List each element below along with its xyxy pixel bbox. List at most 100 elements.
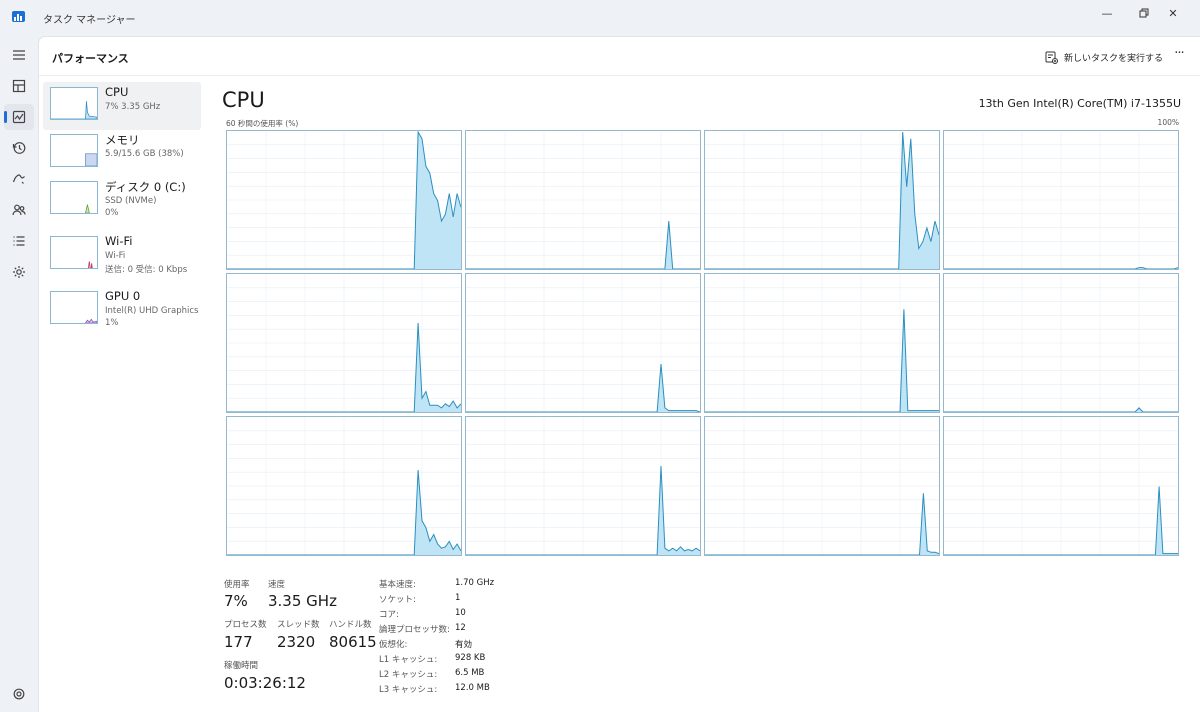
cpu-thumbnail-graph [50,87,98,120]
device-name: メモリ [105,133,140,147]
device-detail: 1% [105,318,119,328]
hamburger-menu-button[interactable] [4,42,34,68]
window-title: タスク マネージャー [43,15,136,26]
more-options-button[interactable]: ··· [1169,46,1189,66]
nav-startup-apps[interactable] [4,166,34,192]
device-name: Wi-Fi [105,234,133,248]
cpu-core-graph [226,130,462,270]
minimize-button[interactable]: — [1090,0,1124,26]
nav-app-history[interactable] [4,135,34,161]
threads-value: 2320 [277,633,316,651]
device-detail: 5.9/15.6 GB (38%) [105,149,184,159]
title-bar: タスク マネージャー — ✕ [0,0,1200,36]
startup-icon [12,174,25,184]
page-header: パフォーマンス 新しいタスクを実行する ··· [39,37,1200,76]
device-name: CPU [105,85,129,99]
wifi-thumbnail-graph [50,236,98,269]
spec-key: L1 キャッシュ: [379,655,438,665]
spec-key: L3 キャッシュ: [379,685,438,695]
logical-processor-graphs [226,130,1181,558]
task-manager-app-icon [12,11,25,22]
spec-key: L2 キャッシュ: [379,670,438,680]
cpu-core-graph [704,273,940,413]
cpu-core-graph [943,416,1179,556]
device-name: ディスク 0 (C:) [105,180,186,194]
spec-key: 仮想化: [379,640,408,650]
cpu-core-graph [465,416,701,556]
spec-value: 928 KB [455,653,486,663]
device-item-wifi[interactable]: Wi-Fi Wi-Fi 送信: 0 受信: 0 Kbps [43,231,201,279]
cpu-core-graph [943,273,1179,413]
processes-icon [12,79,26,93]
close-button[interactable]: ✕ [1156,0,1190,26]
spec-value: 有効 [455,640,473,650]
run-task-icon [1045,51,1058,64]
spec-value: 6.5 MB [455,668,485,678]
device-detail: Wi-Fi [105,251,126,261]
cpu-heading: CPU [222,88,265,112]
services-icon [13,266,25,278]
spec-key: 論理プロセッサ数: [379,625,450,635]
nav-performance[interactable] [4,104,34,130]
active-indicator [4,111,7,123]
page-title: パフォーマンス [52,52,129,65]
cpu-core-graph [943,130,1179,270]
run-new-task-button[interactable]: 新しいタスクを実行する [1045,48,1163,66]
processes-label: プロセス数 [224,620,267,630]
threads-label: スレッド数 [277,620,320,630]
spec-value: 1 [455,593,461,603]
spec-key: コア: [379,610,399,620]
restore-icon [1139,8,1149,18]
minimize-icon: — [1101,6,1113,20]
spec-key: 基本速度: [379,580,416,590]
speed-value: 3.35 GHz [268,592,337,610]
usage-label: 使用率 [224,580,250,590]
processes-value: 177 [224,633,253,651]
spec-value: 1.70 GHz [455,578,495,588]
spec-value: 12 [455,623,466,633]
device-detail: 0% [105,208,119,218]
nav-processes[interactable] [4,73,34,99]
hamburger-icon [13,50,25,60]
gear-icon [13,688,25,700]
device-name: GPU 0 [105,289,141,303]
content-panel: パフォーマンス 新しいタスクを実行する ··· CPU 7% 3.35 GHz … [38,36,1200,712]
cpu-core-graph [465,130,701,270]
more-icon: ··· [1174,46,1184,61]
disk-thumbnail-graph [50,181,98,214]
cpu-core-graph [226,273,462,413]
memory-thumbnail-graph [50,134,98,167]
gpu-thumbnail-graph [50,291,98,324]
nav-settings[interactable] [4,681,34,707]
device-item-cpu[interactable]: CPU 7% 3.35 GHz [43,82,201,130]
device-detail: 送信: 0 受信: 0 Kbps [105,265,188,275]
device-detail: 7% 3.35 GHz [105,102,161,112]
nav-services[interactable] [4,259,34,285]
cpu-model-name: 13th Gen Intel(R) Core(TM) i7-1355U [978,97,1181,110]
cpu-core-graph [226,416,462,556]
handles-value: 80615 [329,633,377,651]
run-new-task-label: 新しいタスクを実行する [1064,53,1164,64]
nav-users[interactable] [4,197,34,223]
close-icon: ✕ [1168,6,1178,20]
device-detail: SSD (NVMe) [105,196,157,206]
nav-details[interactable] [4,228,34,254]
spec-value: 10 [455,608,466,618]
navigation-rail [0,36,38,712]
graph-axis-max: 100% [1157,118,1179,127]
graph-axis-label: 60 秒間の使用率 (%) [226,119,299,128]
cpu-core-graph [704,416,940,556]
details-icon [13,236,25,246]
device-item-disk[interactable]: ディスク 0 (C:) SSD (NVMe) 0% [43,176,201,224]
cpu-core-graph [704,130,940,270]
performance-icon [12,110,26,124]
uptime-value: 0:03:26:12 [224,674,306,692]
spec-value: 12.0 MB [455,683,490,693]
handles-label: ハンドル数 [329,620,372,630]
uptime-label: 稼働時間 [224,661,259,671]
device-item-memory[interactable]: メモリ 5.9/15.6 GB (38%) [43,129,201,177]
speed-label: 速度 [268,580,286,590]
spec-key: ソケット: [379,595,416,605]
device-item-gpu[interactable]: GPU 0 Intel(R) UHD Graphics 1% [43,286,201,334]
cpu-core-graph [465,273,701,413]
